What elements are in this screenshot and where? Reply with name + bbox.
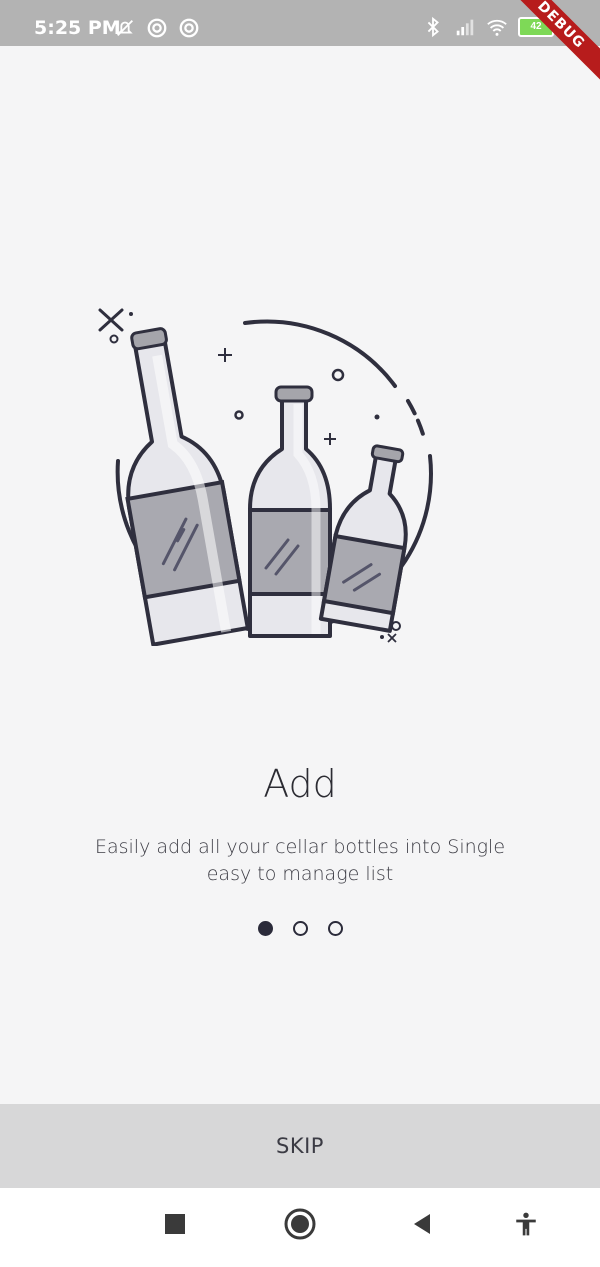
bluetooth-icon [427,16,439,38]
square-icon [165,1214,185,1234]
page-indicator [0,921,600,936]
page-title: Add [263,762,337,806]
skip-button[interactable]: SKIP [0,1104,600,1188]
signal-icon [456,19,474,36]
bottles-illustration [98,308,433,646]
navigation-bar [0,1188,600,1267]
wifi-icon [487,19,507,36]
bell-off-icon [117,20,133,36]
status-bar: 5:25 PM 42 DEBUG [0,0,600,86]
page-dot-3[interactable] [327,921,343,936]
skip-button-label: SKIP [276,1134,324,1158]
back-button[interactable] [402,1204,442,1244]
page-dot-2[interactable] [292,921,308,936]
page-description: Easily add all your cellar bottles into … [94,836,506,885]
home-circle-icon [284,1208,316,1240]
status-time: 5:25 PM [34,17,121,39]
accessibility-icon [516,1212,536,1236]
back-triangle-icon [414,1214,430,1234]
status-system-icons: 42 [422,16,554,38]
battery-level: 42 [530,21,542,32]
sync-icon [179,18,199,38]
recents-button[interactable] [155,1204,195,1244]
accessibility-button[interactable] [506,1204,546,1244]
status-notification-icons [114,17,200,39]
debug-banner: DEBUG [500,0,600,86]
sync-icon [147,18,167,38]
page-dot-1[interactable] [257,921,273,936]
home-button[interactable] [280,1204,320,1244]
